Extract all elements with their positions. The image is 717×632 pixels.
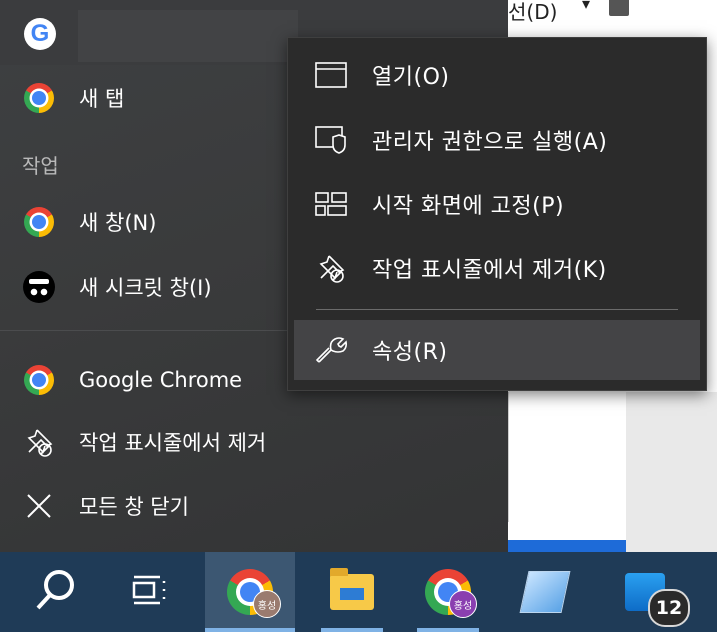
taskbar: 홍성 홍성: [0, 552, 717, 632]
chrome-icon: [22, 81, 56, 115]
chevron-down-icon[interactable]: ▾: [582, 0, 590, 13]
menu-item-pin-to-start[interactable]: 시작 화면에 고정(P): [288, 172, 706, 236]
pin-to-start-icon: [315, 188, 347, 220]
taskbar-chrome-active[interactable]: 홍성: [205, 552, 295, 632]
active-indicator: [205, 628, 295, 632]
wrench-icon: [315, 334, 347, 366]
taskbar-file-explorer[interactable]: [307, 552, 397, 632]
menu-separator: [316, 309, 678, 310]
menu-bar-text[interactable]: 선(D): [508, 0, 557, 25]
menu-item-label: 열기(O): [372, 65, 450, 90]
header-placeholder: [78, 10, 298, 62]
taskbar-search[interactable]: [16, 552, 96, 632]
menu-item-label: 속성(R): [372, 340, 448, 365]
unpin-icon: [315, 252, 347, 284]
task-view-icon: [130, 573, 170, 611]
notification-count-badge: 12: [648, 589, 690, 627]
divider: [508, 392, 509, 522]
side-panel: [626, 392, 717, 552]
search-icon: [33, 567, 79, 617]
menu-item-run-as-admin[interactable]: 관리자 권한으로 실행(A): [288, 108, 706, 172]
section-label-tasks: 작업: [22, 154, 59, 178]
chrome-icon: [22, 205, 56, 239]
taskbar-notepad[interactable]: [500, 552, 590, 632]
profile-badge: 홍성: [253, 590, 281, 618]
running-indicator: [321, 628, 383, 632]
window-icon: [315, 59, 347, 91]
app-action-unpin[interactable]: 작업 표시줄에서 제거: [0, 417, 508, 467]
shield-icon: [315, 124, 347, 156]
menu-item-label: 작업 표시줄에서 제거(K): [372, 258, 607, 283]
notepad-icon: [519, 571, 571, 613]
menu-item-open[interactable]: 열기(O): [288, 43, 706, 107]
app-action-close-all[interactable]: 모든 창 닫기: [0, 481, 508, 531]
google-icon: G: [24, 18, 56, 50]
status-strip: [508, 540, 626, 552]
pinned-item-label: 새 탭: [79, 87, 125, 111]
running-indicator: [417, 628, 479, 632]
save-icon[interactable]: [609, 0, 629, 16]
incognito-icon: [22, 270, 56, 304]
menu-item-properties[interactable]: 속성(R): [294, 320, 700, 380]
task-label: 새 시크릿 창(I): [79, 276, 212, 300]
close-icon: [22, 489, 56, 523]
menu-item-label: 시작 화면에 고정(P): [372, 194, 565, 219]
unpin-icon: [22, 425, 56, 459]
taskbar-chrome-2[interactable]: 홍성: [403, 552, 493, 632]
menu-item-label: 관리자 권한으로 실행(A): [372, 130, 608, 155]
task-label: 새 창(N): [79, 211, 157, 235]
folder-icon: [330, 568, 374, 610]
profile-badge: 홍성: [449, 590, 477, 618]
taskbar-task-view[interactable]: [110, 552, 190, 632]
context-menu: 열기(O) 관리자 권한으로 실행(A) 시작 화면에 고정(P) 작업 표시줄…: [287, 37, 707, 391]
app-action-label: 작업 표시줄에서 제거: [79, 431, 267, 455]
app-action-label: Google Chrome: [79, 368, 243, 392]
chrome-icon: [22, 363, 56, 397]
menu-item-unpin-from-taskbar[interactable]: 작업 표시줄에서 제거(K): [288, 236, 706, 300]
app-action-label: 모든 창 닫기: [79, 495, 189, 519]
